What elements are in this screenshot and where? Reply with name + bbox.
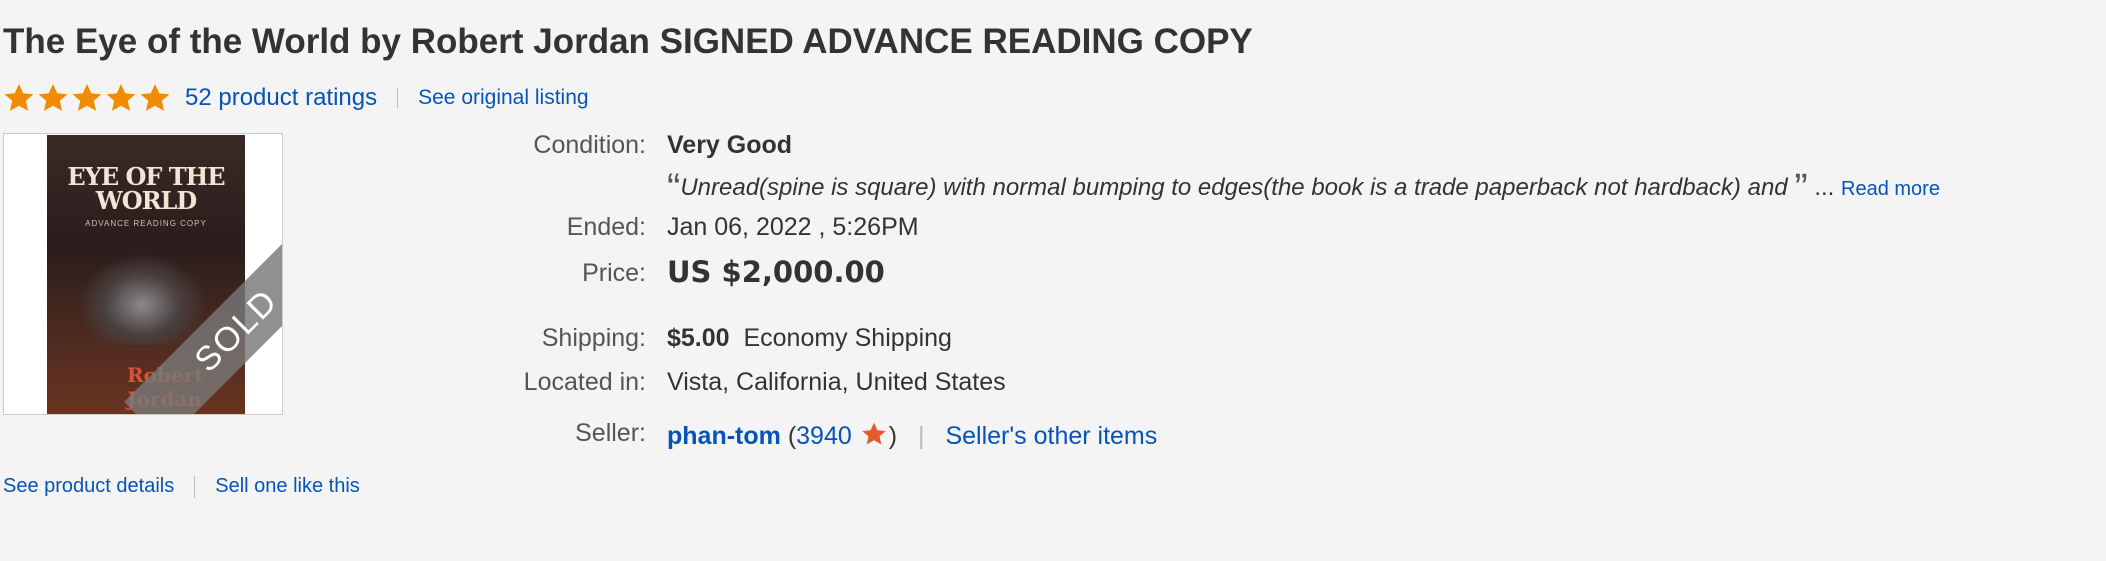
book-cover-title: EYE OF THE WORLD	[67, 162, 225, 215]
ended-value: Jan 06, 2022 , 5:26PM	[667, 213, 919, 241]
divider	[194, 475, 196, 498]
product-ratings-link[interactable]: 52 product ratings	[185, 84, 377, 112]
read-more-link[interactable]: Read more	[1841, 178, 1940, 200]
shipping-label: Shipping:	[541, 324, 646, 352]
seller-feedback-score-link[interactable]: 3940	[796, 422, 852, 450]
condition-value: Very Good	[667, 131, 792, 160]
price-label: Price:	[582, 259, 646, 287]
located-label: Located in:	[523, 368, 646, 396]
condition-label: Condition:	[533, 131, 646, 159]
rating-row: 52 product ratings See original listing	[3, 78, 589, 118]
seller-info: phan-tom (3940 ) | Seller's other items	[667, 421, 1157, 451]
seller-other-items-link[interactable]: Seller's other items	[945, 422, 1157, 450]
bottom-links: See product details Sell one like this	[3, 475, 360, 498]
shipping-method: Economy Shipping	[743, 324, 952, 352]
price-value: US $2,000.00	[667, 255, 885, 289]
listing-title: The Eye of the World by Robert Jordan SI…	[3, 22, 1253, 61]
star-icon	[38, 84, 68, 111]
close-quote-icon: ”	[1794, 166, 1808, 210]
see-original-listing-link[interactable]: See original listing	[418, 86, 588, 110]
book-cover-subtitle: ADVANCE READING COPY	[85, 219, 207, 228]
condition-description: “Unread(spine is square) with normal bum…	[667, 166, 1940, 211]
seller-label: Seller:	[575, 419, 646, 447]
located-value: Vista, California, United States	[667, 368, 1006, 396]
sell-one-like-this-link[interactable]: Sell one like this	[215, 475, 360, 498]
condition-description-text: Unread(spine is square) with normal bump…	[680, 174, 1788, 201]
ellipsis: ...	[1814, 174, 1835, 201]
ended-label: Ended:	[566, 213, 646, 241]
seller-name-link[interactable]: phan-tom	[667, 422, 781, 450]
condition-text: Very Good	[667, 131, 793, 159]
see-product-details-link[interactable]: See product details	[3, 475, 174, 498]
star-icon	[106, 84, 136, 111]
divider: |	[918, 422, 925, 450]
divider	[397, 88, 399, 108]
listing-image[interactable]: EYE OF THE WORLD ADVANCE READING COPY Ro…	[3, 133, 283, 415]
shipping-cost: $5.00	[667, 324, 730, 352]
shipping-value: $5.00 Economy Shipping	[667, 324, 952, 353]
star-icon	[4, 84, 34, 111]
star-icon	[72, 84, 102, 111]
feedback-star-icon	[862, 422, 886, 445]
open-quote-icon: “	[667, 166, 681, 210]
seller-feedback: (3940 )	[787, 422, 898, 450]
star-rating[interactable]	[3, 82, 171, 114]
star-icon	[140, 84, 170, 111]
